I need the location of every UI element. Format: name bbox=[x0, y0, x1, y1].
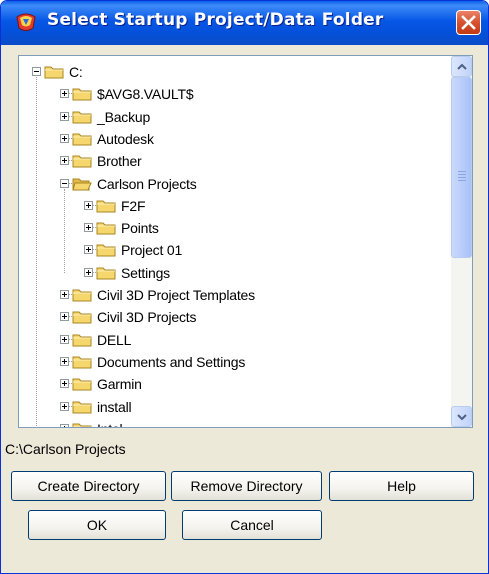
folder-open-icon bbox=[72, 178, 92, 190]
title-bar[interactable]: Select Startup Project/Data Folder bbox=[1, 1, 488, 45]
folder-icon bbox=[96, 267, 116, 280]
folder-icon bbox=[72, 423, 92, 427]
tree-item-label: Project 01 bbox=[121, 242, 183, 259]
tree-item[interactable]: install bbox=[19, 396, 449, 418]
tree-item[interactable]: Documents and Settings bbox=[19, 351, 449, 373]
tree-item[interactable]: C: bbox=[19, 61, 449, 83]
cancel-button[interactable]: Cancel bbox=[182, 510, 322, 540]
close-button[interactable] bbox=[456, 10, 481, 35]
tree-item[interactable]: Carlson Projects bbox=[19, 173, 449, 195]
folder-icon bbox=[72, 356, 92, 369]
folder-icon bbox=[72, 311, 92, 324]
plus-icon[interactable] bbox=[84, 223, 93, 233]
tree-item-label: Garmin bbox=[97, 376, 142, 393]
scroll-thumb[interactable] bbox=[451, 77, 472, 258]
tree-item-label: install bbox=[97, 398, 132, 415]
folder-icon bbox=[72, 334, 92, 347]
plus-icon[interactable] bbox=[60, 334, 69, 344]
folder-icon bbox=[72, 133, 92, 146]
remove-directory-button[interactable]: Remove Directory bbox=[171, 471, 322, 501]
plus-icon[interactable] bbox=[60, 133, 69, 143]
folder-tree[interactable]: C: $AVG8.VAULT$ _Backup Autodesk Brother Carl… bbox=[18, 55, 473, 428]
minus-icon[interactable] bbox=[60, 178, 69, 188]
window-title: Select Startup Project/Data Folder bbox=[47, 10, 384, 30]
tree-item[interactable]: Settings bbox=[19, 262, 449, 284]
create-directory-button[interactable]: Create Directory bbox=[11, 471, 166, 501]
tree-item[interactable]: Garmin bbox=[19, 373, 449, 395]
tree-item-label: Settings bbox=[121, 264, 170, 281]
tree-item-label: F2F bbox=[121, 197, 146, 214]
tree-item[interactable]: _Backup bbox=[19, 106, 449, 128]
arrow-down-icon bbox=[457, 414, 467, 421]
tree-item[interactable]: Autodesk bbox=[19, 128, 449, 150]
close-icon bbox=[461, 15, 476, 30]
folder-icon bbox=[72, 111, 92, 124]
app-logo-icon bbox=[16, 13, 36, 31]
tree-item[interactable]: DELL bbox=[19, 329, 449, 351]
folder-icon bbox=[96, 222, 116, 235]
plus-icon[interactable] bbox=[60, 312, 69, 322]
tree-item[interactable]: Brother bbox=[19, 150, 449, 172]
vertical-scrollbar[interactable] bbox=[451, 56, 472, 427]
tree-item[interactable]: Points bbox=[19, 217, 449, 239]
folder-icon bbox=[72, 401, 92, 413]
minus-icon[interactable] bbox=[32, 67, 41, 76]
tree-item[interactable]: Project 01 bbox=[19, 239, 449, 261]
tree-item-label: Civil 3D Project Templates bbox=[97, 287, 255, 303]
scroll-up-button[interactable] bbox=[451, 56, 472, 77]
selected-path: C:\Carlson Projects bbox=[5, 441, 126, 457]
tree-item[interactable]: Civil 3D Projects bbox=[19, 306, 449, 328]
tree-item-label: DELL bbox=[97, 331, 132, 348]
grip-line bbox=[458, 171, 466, 172]
tree-item-label: Points bbox=[121, 220, 159, 237]
tree-item-label: Autodesk bbox=[97, 130, 154, 147]
folder-icon bbox=[44, 66, 64, 79]
plus-icon[interactable] bbox=[84, 200, 93, 210]
tree-item-label: _Backup bbox=[97, 108, 151, 125]
folder-icon bbox=[72, 378, 92, 391]
plus-icon[interactable] bbox=[84, 245, 93, 255]
folder-icon bbox=[72, 289, 92, 302]
plus-icon[interactable] bbox=[60, 401, 69, 411]
folder-icon bbox=[72, 88, 92, 101]
tree-item-label: C: bbox=[69, 64, 83, 80]
tree-item-label: Civil 3D Projects bbox=[97, 309, 197, 326]
folder-icon bbox=[96, 200, 116, 213]
folder-icon bbox=[72, 155, 92, 168]
grip-line bbox=[458, 177, 466, 178]
tree-item[interactable]: Civil 3D Project Templates bbox=[19, 284, 449, 306]
plus-icon[interactable] bbox=[60, 290, 69, 299]
ok-button[interactable]: OK bbox=[28, 510, 166, 540]
dialog-window: Select Startup Project/Data Folder C: $AV… bbox=[0, 0, 489, 574]
tree-item-label: Intel bbox=[97, 421, 123, 427]
plus-icon[interactable] bbox=[60, 423, 69, 427]
arrow-up-icon bbox=[457, 63, 467, 70]
help-button[interactable]: Help bbox=[329, 471, 474, 501]
tree-item-label: $AVG8.VAULT$ bbox=[97, 86, 194, 103]
tree-item[interactable]: $AVG8.VAULT$ bbox=[19, 83, 449, 105]
grip-line bbox=[458, 180, 466, 181]
tree-item-label: Brother bbox=[97, 153, 142, 170]
tree-item[interactable]: Intel bbox=[19, 418, 449, 427]
tree-item-label: Carlson Projects bbox=[97, 175, 197, 192]
plus-icon[interactable] bbox=[84, 267, 93, 277]
scroll-down-button[interactable] bbox=[451, 406, 472, 427]
plus-icon[interactable] bbox=[60, 356, 69, 366]
plus-icon[interactable] bbox=[60, 379, 69, 389]
plus-icon[interactable] bbox=[60, 111, 69, 121]
plus-icon[interactable] bbox=[60, 156, 69, 166]
grip-line bbox=[458, 174, 466, 175]
tree-item-label: Documents and Settings bbox=[97, 353, 246, 370]
plus-icon[interactable] bbox=[60, 89, 69, 99]
folder-icon bbox=[96, 244, 116, 257]
tree-item[interactable]: F2F bbox=[19, 195, 449, 217]
